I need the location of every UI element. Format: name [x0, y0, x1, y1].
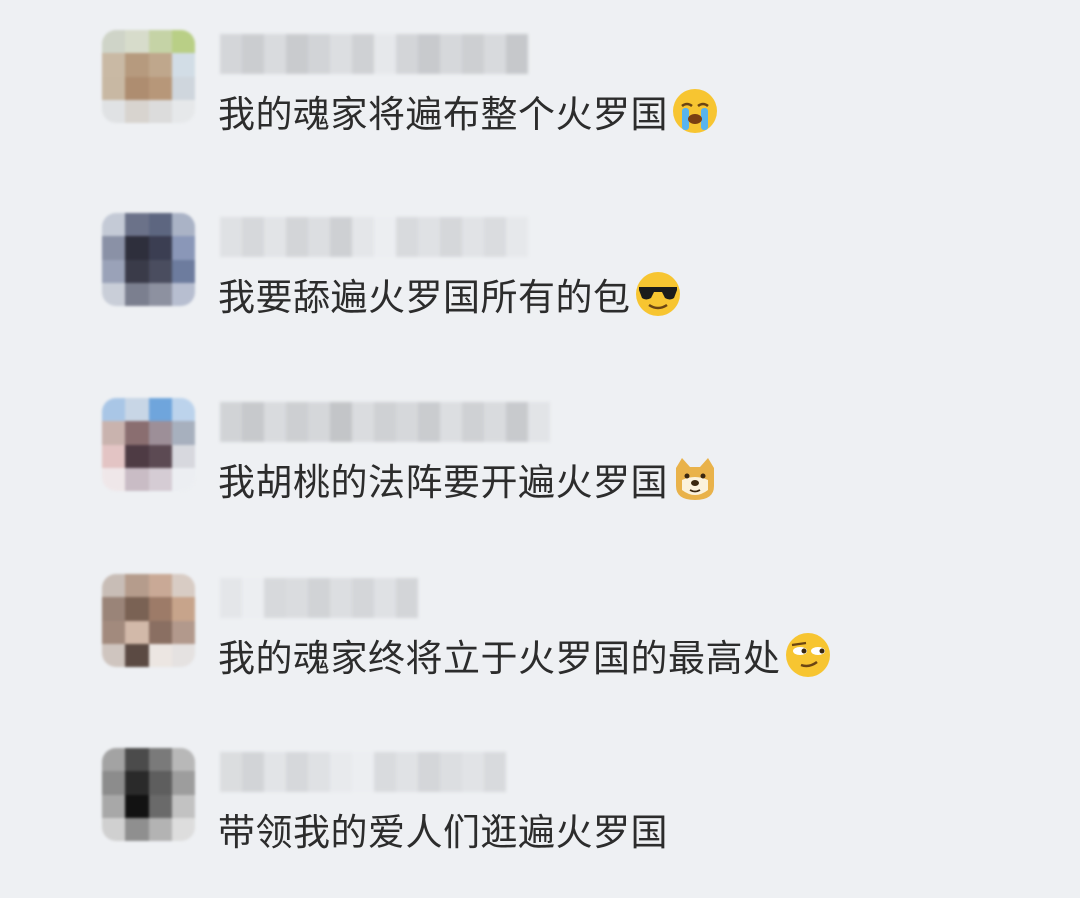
comment-text: 我的魂家将遍布整个火罗国	[218, 86, 720, 136]
username-blurred[interactable]	[220, 752, 506, 792]
avatar[interactable]	[102, 213, 195, 306]
comment-item: 带领我的爱人们逛遍火罗国	[0, 748, 1080, 898]
avatar[interactable]	[102, 748, 195, 841]
comment-text-label: 我的魂家将遍布整个火罗国	[218, 93, 668, 136]
avatar[interactable]	[102, 30, 195, 123]
username-blurred[interactable]	[220, 217, 528, 257]
doge-face-icon	[676, 458, 714, 500]
comment-list: 我的魂家将遍布整个火罗国 我要舔遍火罗国所有的包 我胡桃的法阵要开遍火罗国 我的…	[0, 0, 1080, 888]
comment-item: 我要舔遍火罗国所有的包	[0, 213, 1080, 363]
comment-text-label: 我胡桃的法阵要开遍火罗国	[218, 461, 668, 504]
comment-text-label: 带领我的爱人们逛遍火罗国	[218, 811, 668, 854]
comment-item: 我胡桃的法阵要开遍火罗国	[0, 398, 1080, 548]
comment-text: 我的魂家终将立于火罗国的最高处	[218, 630, 833, 680]
smirking-face-icon	[785, 633, 830, 677]
comment-text: 带领我的爱人们逛遍火罗国	[218, 804, 668, 854]
avatar[interactable]	[102, 398, 195, 491]
comment-text-label: 我的魂家终将立于火罗国的最高处	[218, 637, 781, 680]
comment-text-label: 我要舔遍火罗国所有的包	[218, 276, 631, 319]
sunglasses-face-icon	[635, 272, 680, 316]
comment-text: 我胡桃的法阵要开遍火罗国	[218, 454, 720, 504]
username-blurred[interactable]	[220, 402, 550, 442]
comment-item: 我的魂家终将立于火罗国的最高处	[0, 574, 1080, 724]
username-blurred[interactable]	[220, 578, 418, 618]
username-blurred[interactable]	[220, 34, 528, 74]
comment-text: 我要舔遍火罗国所有的包	[218, 269, 683, 319]
comment-item: 我的魂家将遍布整个火罗国	[0, 30, 1080, 180]
loudly-crying-face-icon	[673, 89, 717, 133]
avatar[interactable]	[102, 574, 195, 667]
